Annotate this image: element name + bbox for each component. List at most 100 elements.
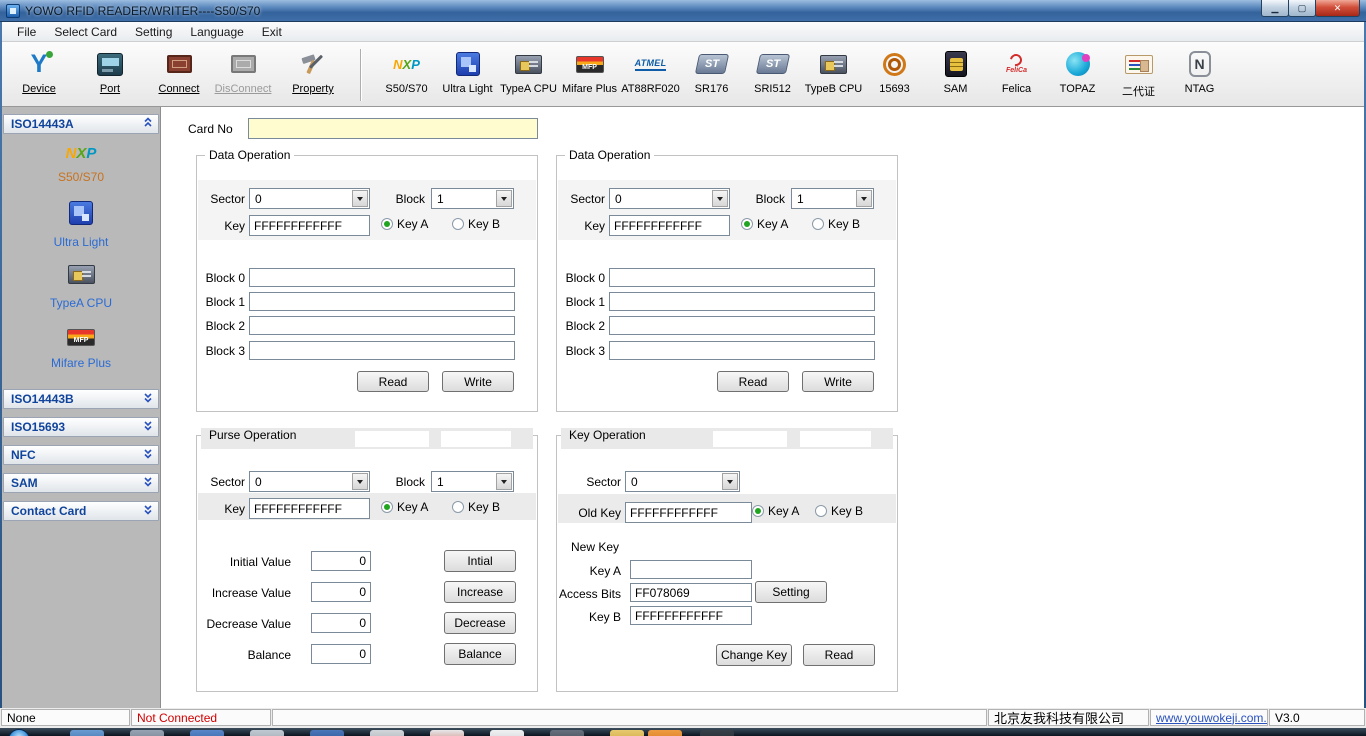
key-input[interactable] — [609, 215, 730, 236]
taskbar-icon[interactable] — [250, 730, 284, 736]
block0-input[interactable] — [249, 268, 515, 287]
balance-input[interactable] — [311, 644, 371, 664]
write-button[interactable]: Write — [442, 371, 514, 392]
toolbar-15693[interactable]: 15693 — [864, 47, 925, 95]
chevron-down-icon[interactable] — [143, 504, 153, 518]
block1-input[interactable] — [609, 292, 875, 311]
sidebar-section-sam[interactable]: SAM — [3, 473, 159, 493]
taskbar-icon[interactable] — [610, 730, 644, 736]
card-no-input[interactable] — [248, 118, 538, 139]
sector-select[interactable]: 0 — [625, 471, 740, 492]
taskbar-icon[interactable] — [550, 730, 584, 736]
chevron-down-icon[interactable] — [143, 448, 153, 462]
toolbar-at88rf020[interactable]: ATMEL AT88RF020 — [620, 47, 681, 95]
dropdown-arrow-icon[interactable] — [496, 190, 512, 207]
taskbar-icon[interactable] — [700, 730, 734, 736]
sidebar-section-nfc[interactable]: NFC — [3, 445, 159, 465]
sidebar-section-iso15693[interactable]: ISO15693 — [3, 417, 159, 437]
key-a-radio[interactable]: Key A — [381, 500, 428, 514]
decrease-button[interactable]: Decrease — [444, 612, 516, 634]
setting-button[interactable]: Setting — [755, 581, 827, 603]
key-b-radio[interactable]: Key B — [815, 504, 863, 518]
taskbar-icon[interactable] — [430, 730, 464, 736]
key-a-radio[interactable]: Key A — [741, 217, 788, 231]
initial-button[interactable]: Intial — [444, 550, 516, 572]
toolbar-property[interactable]: Property — [276, 47, 350, 95]
increase-value-input[interactable] — [311, 582, 371, 602]
menu-language[interactable]: Language — [181, 23, 252, 41]
block-select[interactable]: 1 — [431, 188, 514, 209]
sidebar-item-typea-cpu[interactable]: TypeA CPU — [2, 265, 160, 310]
dropdown-arrow-icon[interactable] — [856, 190, 872, 207]
toolbar-mifare-plus[interactable]: MFP Mifare Plus — [559, 47, 620, 95]
read-button[interactable]: Read — [357, 371, 429, 392]
old-key-input[interactable] — [625, 502, 752, 523]
toolbar-typea-cpu[interactable]: TypeA CPU — [498, 47, 559, 95]
access-bits-input[interactable] — [630, 583, 752, 602]
toolbar-disconnect[interactable]: DisConnect — [210, 47, 276, 95]
increase-button[interactable]: Increase — [444, 581, 516, 603]
toolbar-typeb-cpu[interactable]: TypeB CPU — [803, 47, 864, 95]
dropdown-arrow-icon[interactable] — [496, 473, 512, 490]
key-b-radio[interactable]: Key B — [452, 217, 500, 231]
block2-input[interactable] — [249, 316, 515, 335]
toolbar-sri512[interactable]: ST SRI512 — [742, 47, 803, 95]
taskbar-icon[interactable] — [490, 730, 524, 736]
toolbar-device[interactable]: Y Device — [6, 47, 72, 95]
toolbar-ntag[interactable]: N NTAG — [1169, 47, 1230, 95]
toolbar-port[interactable]: Port — [72, 47, 148, 95]
menu-select-card[interactable]: Select Card — [45, 23, 126, 41]
read-button[interactable]: Read — [717, 371, 789, 392]
chevron-down-icon[interactable] — [143, 476, 153, 490]
sector-select[interactable]: 0 — [609, 188, 730, 209]
block3-input[interactable] — [609, 341, 875, 360]
block-select[interactable]: 1 — [431, 471, 514, 492]
chevron-down-icon[interactable] — [143, 392, 153, 406]
write-button[interactable]: Write — [802, 371, 874, 392]
close-button[interactable]: ✕ — [1315, 0, 1360, 17]
dropdown-arrow-icon[interactable] — [352, 473, 368, 490]
key-input[interactable] — [249, 498, 370, 519]
minimize-button[interactable]: ▁ — [1261, 0, 1289, 17]
sidebar-section-iso14443b[interactable]: ISO14443B — [3, 389, 159, 409]
sector-select[interactable]: 0 — [249, 471, 370, 492]
maximize-button[interactable]: ▢ — [1288, 0, 1316, 17]
website-link[interactable]: www.youwokeji.com.cn — [1156, 711, 1268, 725]
toolbar-connect[interactable]: Connect — [148, 47, 210, 95]
toolbar-id-card[interactable]: 二代证 — [1108, 47, 1169, 99]
sidebar-section-contact-card[interactable]: Contact Card — [3, 501, 159, 521]
decrease-value-input[interactable] — [311, 613, 371, 633]
dropdown-arrow-icon[interactable] — [352, 190, 368, 207]
block3-input[interactable] — [249, 341, 515, 360]
key-a-radio[interactable]: Key A — [752, 504, 799, 518]
menu-setting[interactable]: Setting — [126, 23, 181, 41]
dropdown-arrow-icon[interactable] — [712, 190, 728, 207]
toolbar-s50s70[interactable]: NXP S50/S70 — [376, 47, 437, 95]
sidebar-item-ultralight[interactable]: Ultra Light — [2, 201, 160, 249]
toolbar-topaz[interactable]: TOPAZ — [1047, 47, 1108, 95]
start-button[interactable] — [8, 729, 30, 736]
key-b-radio[interactable]: Key B — [452, 500, 500, 514]
block1-input[interactable] — [249, 292, 515, 311]
key-a-radio[interactable]: Key A — [381, 217, 428, 231]
balance-button[interactable]: Balance — [444, 643, 516, 665]
new-key-a-input[interactable] — [630, 560, 752, 579]
block0-input[interactable] — [609, 268, 875, 287]
change-key-button[interactable]: Change Key — [716, 644, 792, 666]
sidebar-item-mifare-plus[interactable]: MFP Mifare Plus — [2, 329, 160, 370]
taskbar-icon[interactable] — [70, 730, 104, 736]
toolbar-sr176[interactable]: ST SR176 — [681, 47, 742, 95]
menu-file[interactable]: File — [8, 23, 45, 41]
sector-select[interactable]: 0 — [249, 188, 370, 209]
dropdown-arrow-icon[interactable] — [722, 473, 738, 490]
taskbar-icon[interactable] — [310, 730, 344, 736]
toolbar-ultralight[interactable]: Ultra Light — [437, 47, 498, 95]
sidebar-item-s50s70[interactable]: NXP S50/S70 — [2, 145, 160, 184]
read-button[interactable]: Read — [803, 644, 875, 666]
toolbar-sam[interactable]: SAM — [925, 47, 986, 95]
chevron-down-icon[interactable] — [143, 420, 153, 434]
initial-value-input[interactable] — [311, 551, 371, 571]
key-input[interactable] — [249, 215, 370, 236]
block2-input[interactable] — [609, 316, 875, 335]
chevron-up-icon[interactable] — [143, 117, 153, 131]
